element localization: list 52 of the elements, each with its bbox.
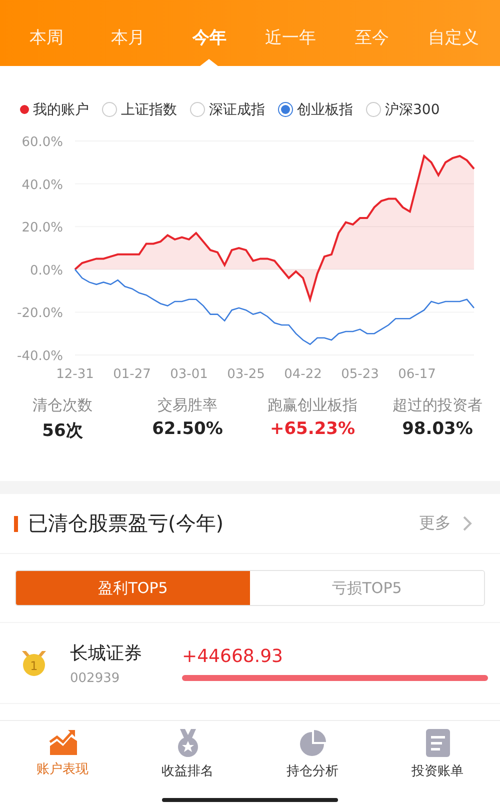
period-tab[interactable]: 近一年 bbox=[250, 0, 332, 66]
radio-button[interactable] bbox=[102, 102, 117, 117]
section-title: 已清仓股票盈亏(今年) bbox=[28, 510, 225, 537]
axis-label: 0.0% bbox=[30, 263, 63, 278]
stock-code: 002939 bbox=[70, 670, 121, 686]
legend-label: 我的账户 bbox=[33, 100, 89, 118]
stat-label: 超过的投资者 bbox=[392, 396, 482, 415]
axis-label: 04-22 bbox=[284, 367, 322, 382]
period-tab[interactable]: 自定义 bbox=[412, 0, 494, 66]
axis-label: -20.0% bbox=[17, 306, 63, 322]
trend-chart-icon bbox=[48, 729, 76, 755]
more-link[interactable]: 更多 bbox=[419, 513, 451, 534]
radio-label[interactable]: 创业板指 bbox=[297, 100, 353, 118]
stat-label: 交易胜率 bbox=[158, 396, 218, 415]
stock-name: 长城证券 bbox=[70, 642, 143, 664]
radio-label[interactable]: 上证指数 bbox=[121, 100, 177, 118]
axis-label: 01-27 bbox=[113, 367, 151, 382]
accent-bar bbox=[14, 516, 18, 532]
period-tab[interactable]: 本周 bbox=[6, 0, 88, 66]
stat-value: 56次 bbox=[42, 420, 83, 442]
axis-label: 20.0% bbox=[22, 220, 63, 236]
period-tab[interactable]: 今年 bbox=[168, 0, 250, 66]
axis-label: 12-31 bbox=[56, 367, 94, 382]
radio-button[interactable] bbox=[366, 102, 381, 117]
nav-tab[interactable]: 持仓分析 bbox=[250, 721, 375, 790]
chevron-right-icon[interactable] bbox=[463, 516, 472, 531]
pie-chart-icon bbox=[298, 729, 326, 757]
period-tab[interactable]: 至今 bbox=[331, 0, 413, 66]
axis-label: 03-25 bbox=[227, 367, 265, 382]
radio-button[interactable] bbox=[278, 102, 293, 117]
axis-label: 60.0% bbox=[22, 135, 63, 150]
stat-label: 清仓次数 bbox=[32, 396, 92, 415]
stat-value: 98.03% bbox=[402, 419, 473, 439]
axis-label: 40.0% bbox=[22, 178, 63, 193]
radio-button[interactable] bbox=[190, 102, 205, 117]
period-tab[interactable]: 本月 bbox=[87, 0, 169, 66]
stat-value: +65.23% bbox=[270, 419, 356, 439]
segment-tab[interactable]: 盈利TOP5 bbox=[16, 571, 250, 605]
profit-amount: +44668.93 bbox=[182, 646, 284, 666]
radio-label[interactable]: 沪深300 bbox=[385, 100, 440, 118]
rank-number: 1 bbox=[30, 659, 38, 673]
axis-label: 03-01 bbox=[170, 367, 208, 382]
nav-tab[interactable]: 投资账单 bbox=[375, 721, 500, 790]
stat-label: 跑赢创业板指 bbox=[268, 396, 358, 415]
axis-label: 06-17 bbox=[398, 367, 436, 382]
axis-label: 05-23 bbox=[341, 367, 379, 382]
radio-label[interactable]: 深证成指 bbox=[209, 100, 265, 118]
stat-value: 62.50% bbox=[152, 419, 223, 439]
nav-tab[interactable]: 收益排名 bbox=[125, 721, 250, 790]
document-icon bbox=[426, 729, 450, 757]
nav-tab[interactable]: 账户表现 bbox=[0, 721, 125, 790]
axis-label: -40.0% bbox=[17, 349, 63, 364]
